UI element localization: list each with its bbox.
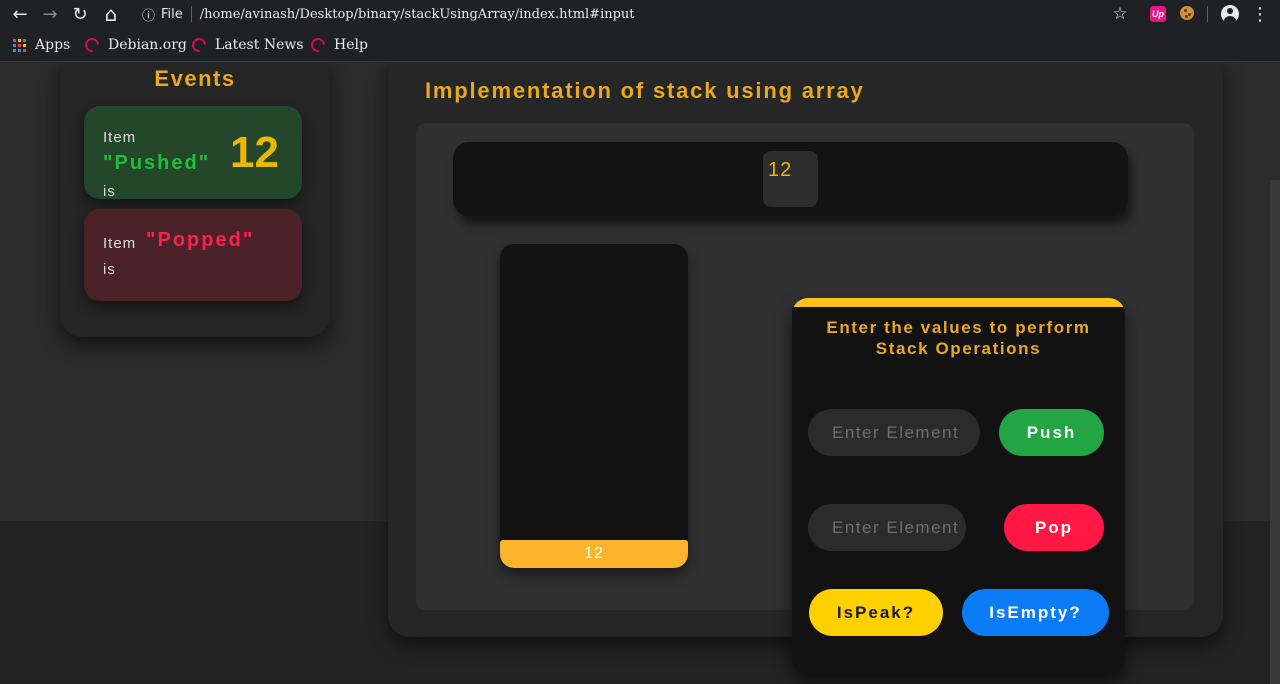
info-icon[interactable]: ⓘ: [142, 5, 155, 24]
bookmark-label: Help: [334, 37, 368, 53]
back-arrow-icon[interactable]: ←: [10, 0, 30, 28]
events-panel: Events Item "Pushed" is 12 Item "Popped"…: [60, 63, 330, 337]
bookmark-latest-news[interactable]: Latest News: [189, 28, 304, 62]
menu-kebab-icon[interactable]: ⋮: [1250, 0, 1270, 28]
browser-toolbar: ← → ↻ ⌂ ⓘ File /home/avinash/Desktop/bin…: [0, 0, 1280, 28]
toolbar-divider: [1207, 6, 1208, 22]
upwork-extension-icon[interactable]: Up: [1150, 6, 1166, 22]
pop-element-input[interactable]: [808, 504, 966, 551]
operations-title: Enter the values to perform Stack Operat…: [792, 317, 1125, 359]
stack-view: 12: [500, 244, 688, 568]
stack-operations-panel: Enter the values to perform Stack Operat…: [792, 298, 1125, 674]
bookmark-label: Apps: [35, 37, 71, 53]
is-peak-button[interactable]: IsPeak?: [809, 589, 943, 636]
bookmarks-bar: Apps Debian.org Latest News Help: [0, 28, 1280, 62]
events-title: Events: [154, 66, 236, 91]
popped-state-label: "Popped": [146, 229, 255, 251]
pop-button[interactable]: Pop: [1004, 504, 1104, 551]
is-empty-button[interactable]: IsEmpty?: [962, 589, 1109, 636]
page-content: Events Item "Pushed" is 12 Item "Popped"…: [0, 63, 1280, 684]
apps-grid-icon: [13, 38, 26, 52]
debian-swirl-icon: [189, 35, 209, 55]
pushed-value: 12: [230, 128, 279, 177]
operations-accent-bar: [792, 298, 1125, 307]
bookmark-label: Debian.org: [108, 37, 187, 53]
profile-avatar-icon[interactable]: [1221, 5, 1239, 23]
operations-title-line1: Enter the values to perform: [826, 318, 1091, 337]
pushed-state-label: "Pushed": [103, 152, 211, 174]
page-scrollbar[interactable]: [1270, 180, 1280, 684]
file-scheme-label: File: [161, 6, 183, 22]
page-title: Implementation of stack using array: [425, 78, 865, 103]
push-button[interactable]: Push: [999, 409, 1104, 456]
array-view: 12: [453, 142, 1128, 216]
is-label: is: [103, 183, 116, 200]
bookmark-debian[interactable]: Debian.org: [82, 28, 187, 62]
popped-event-card: Item "Popped" is: [84, 209, 302, 301]
bookmark-help[interactable]: Help: [308, 28, 368, 62]
item-label: Item: [103, 129, 137, 146]
forward-arrow-icon[interactable]: →: [40, 0, 60, 28]
debian-swirl-icon: [82, 35, 102, 55]
is-label: is: [103, 261, 116, 278]
bookmark-star-icon[interactable]: ☆: [1110, 0, 1130, 28]
omnibox-divider: [190, 6, 192, 22]
bookmark-apps[interactable]: Apps: [13, 28, 70, 62]
operations-title-line2: Stack Operations: [875, 339, 1042, 358]
push-element-input[interactable]: [808, 409, 980, 456]
address-bar[interactable]: ⓘ File /home/avinash/Desktop/binary/stac…: [132, 2, 1142, 26]
array-cell: 12: [763, 151, 818, 207]
url-text[interactable]: /home/avinash/Desktop/binary/stackUsingA…: [200, 7, 635, 22]
item-label: Item: [103, 235, 137, 252]
reload-icon[interactable]: ↻: [70, 0, 90, 28]
bookmark-label: Latest News: [215, 37, 304, 53]
pushed-event-card: Item "Pushed" is 12: [84, 106, 302, 200]
home-icon[interactable]: ⌂: [100, 0, 122, 28]
stack-item: 12: [500, 540, 688, 568]
debian-swirl-icon: [308, 35, 328, 55]
cookie-extension-icon[interactable]: [1180, 6, 1194, 20]
